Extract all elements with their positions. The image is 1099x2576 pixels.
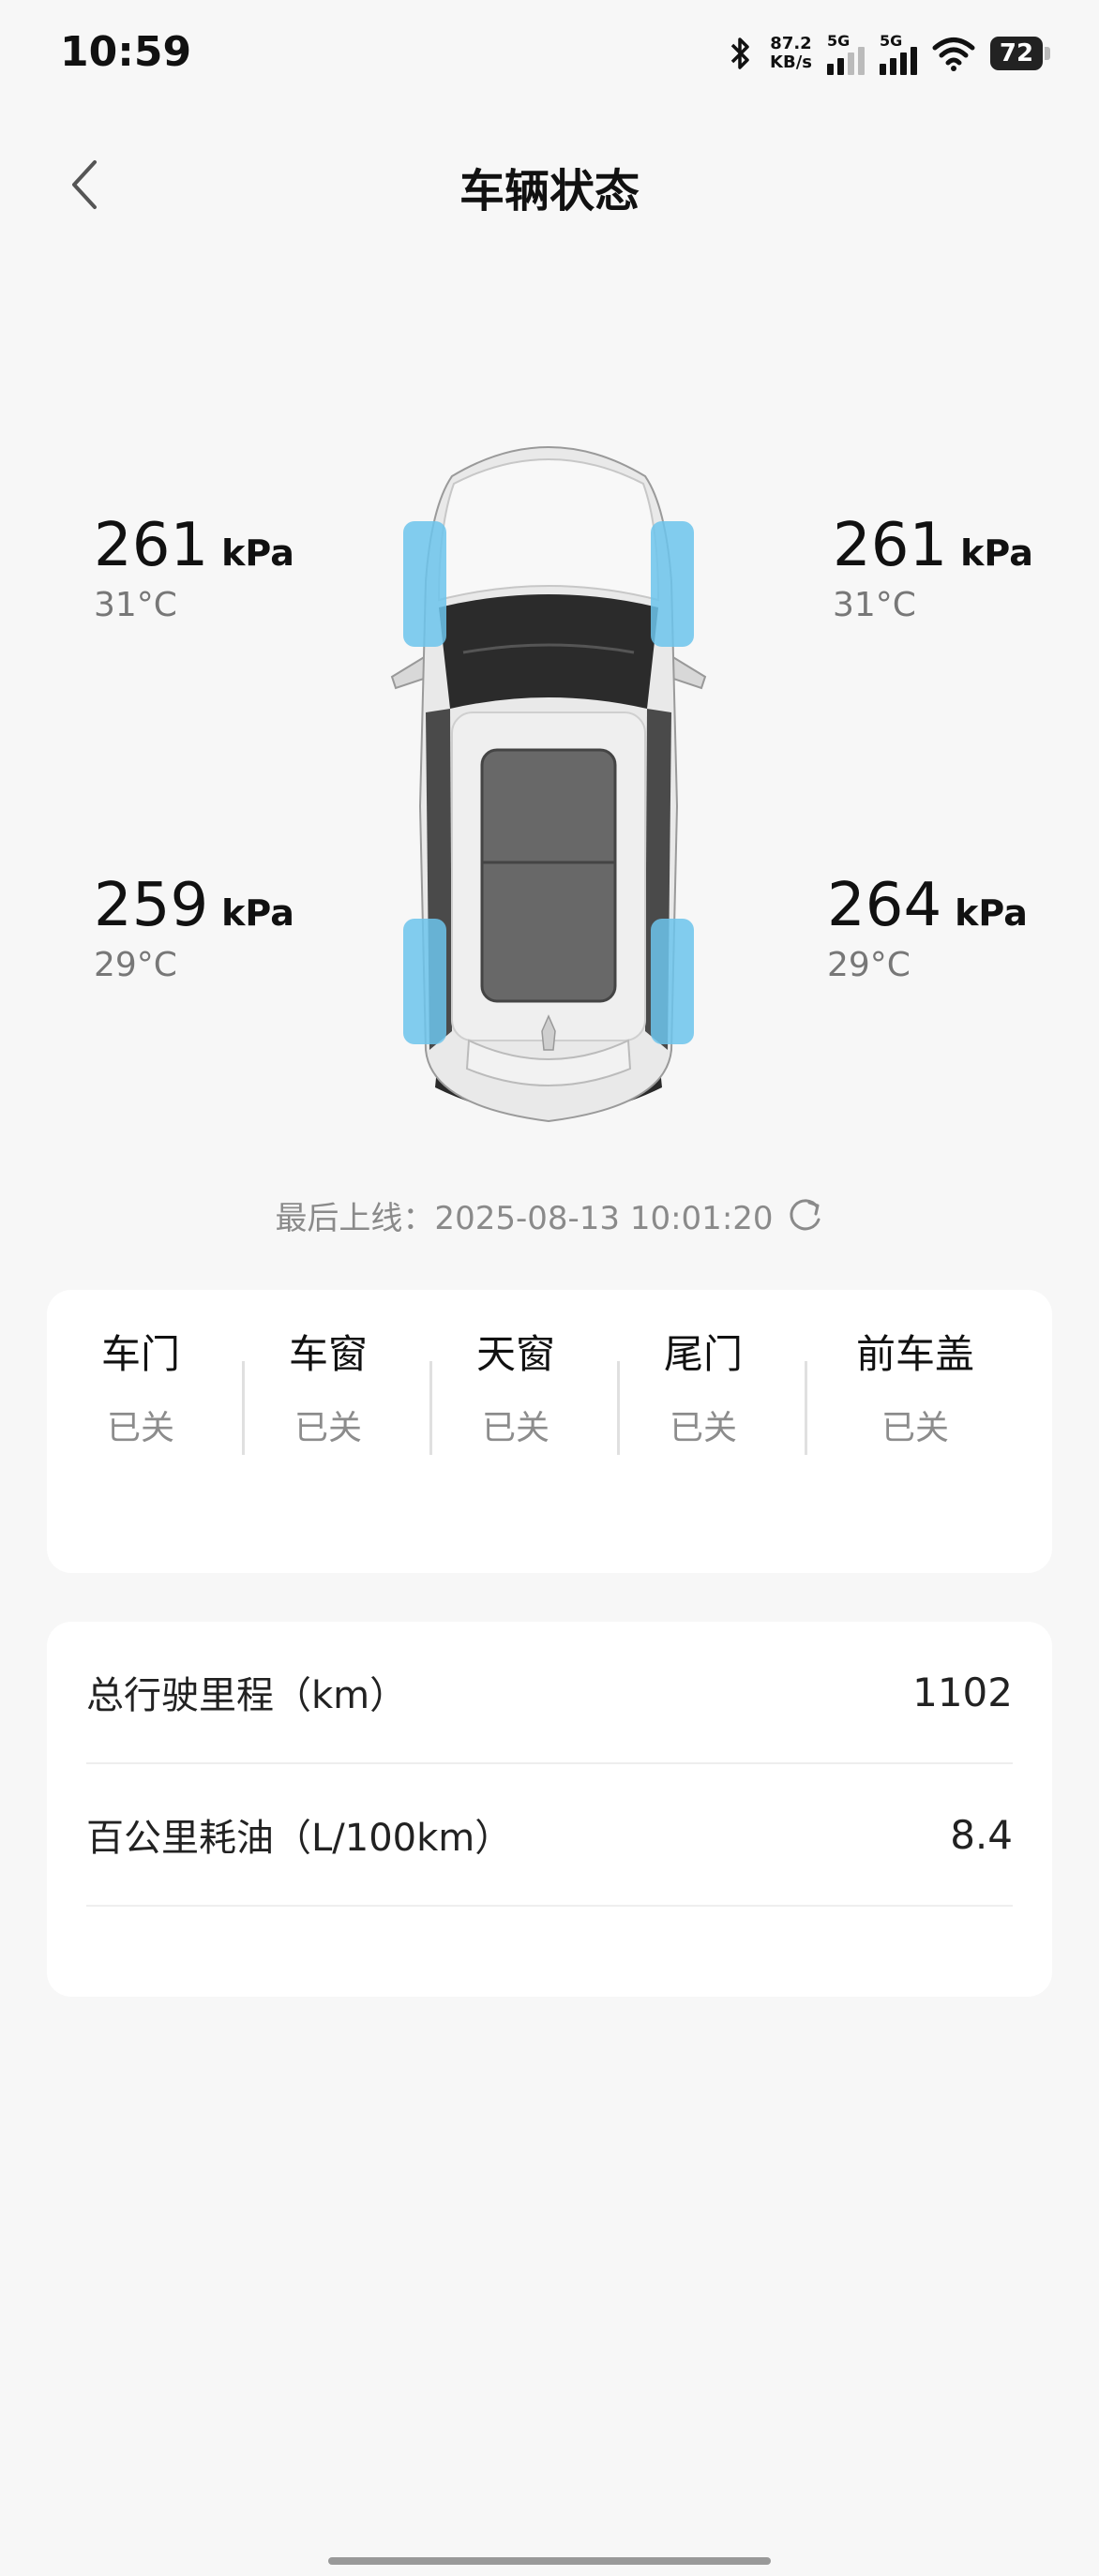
stat-row-total-mileage: 总行驶里程（km） 1102 — [86, 1622, 1013, 1764]
signal-icon: 5G — [880, 32, 917, 75]
last-online-text: 最后上线：2025-08-13 10:01:20 — [275, 1200, 774, 1237]
tire-temperature: 31°C — [94, 586, 177, 624]
tire-pressure: 259 — [94, 871, 209, 940]
tire-rear-left: 259 kPa 29°C — [94, 872, 294, 984]
wifi-icon — [932, 37, 975, 71]
vehicle-stats-card: 总行驶里程（km） 1102 百公里耗油（L/100km） 8.4 — [47, 1622, 1052, 1997]
tire-pressure: 264 — [827, 871, 942, 940]
pressure-unit: kPa — [960, 532, 1033, 574]
status-item-sunroof: 天窗 已关 — [475, 1331, 555, 1447]
divider — [429, 1361, 432, 1455]
tire-pressure: 261 — [833, 511, 948, 580]
home-indicator[interactable] — [328, 2557, 771, 2565]
network-speed: 87.2 KB/s — [770, 34, 812, 72]
status-icons: 87.2 KB/s 5G 5G 72 — [727, 32, 1050, 75]
status-item-window: 车窗 已关 — [288, 1331, 368, 1447]
divider — [242, 1361, 245, 1455]
status-time: 10:59 — [60, 28, 192, 76]
pressure-unit: kPa — [221, 892, 294, 934]
car-illustration — [390, 446, 707, 1123]
status-item-door: 车门 已关 — [100, 1331, 180, 1447]
tire-highlight-front-right — [651, 521, 694, 647]
tire-highlight-rear-left — [403, 919, 446, 1044]
tire-highlight-rear-right — [651, 919, 694, 1044]
pressure-unit: kPa — [221, 532, 294, 574]
page-title: 车辆状态 — [459, 165, 640, 217]
status-item-tailgate: 尾门 已关 — [663, 1331, 743, 1447]
tire-temperature: 29°C — [827, 946, 911, 984]
nav-bar: 车辆状态 — [0, 131, 1099, 234]
status-bar: 10:59 87.2 KB/s 5G 5G 72 — [0, 0, 1099, 112]
stat-row-fuel-consumption: 百公里耗油（L/100km） 8.4 — [86, 1764, 1013, 1907]
vehicle-status-card: 车门 已关 车窗 已关 天窗 已关 尾门 已关 前车盖 已关 — [47, 1290, 1052, 1573]
tire-highlight-front-left — [403, 521, 446, 647]
tire-pressure: 261 — [94, 511, 209, 580]
pressure-unit: kPa — [955, 892, 1028, 934]
signal-icon: 5G — [827, 32, 865, 75]
refresh-icon[interactable] — [787, 1197, 824, 1235]
divider — [805, 1361, 807, 1455]
tire-front-right: 261 kPa 31°C — [833, 512, 1033, 624]
battery-icon: 72 — [990, 37, 1050, 70]
bluetooth-icon — [730, 37, 749, 69]
last-online: 最后上线：2025-08-13 10:01:20 — [0, 1192, 1099, 1238]
tire-rear-right: 264 kPa 29°C — [827, 872, 1028, 984]
tire-temperature: 31°C — [833, 586, 916, 624]
divider — [617, 1361, 620, 1455]
car-hood — [437, 458, 660, 602]
sunroof — [480, 748, 617, 1003]
tire-front-left: 261 kPa 31°C — [94, 512, 294, 624]
tire-temperature: 29°C — [94, 946, 177, 984]
status-item-hood: 前车盖 已关 — [855, 1331, 974, 1447]
